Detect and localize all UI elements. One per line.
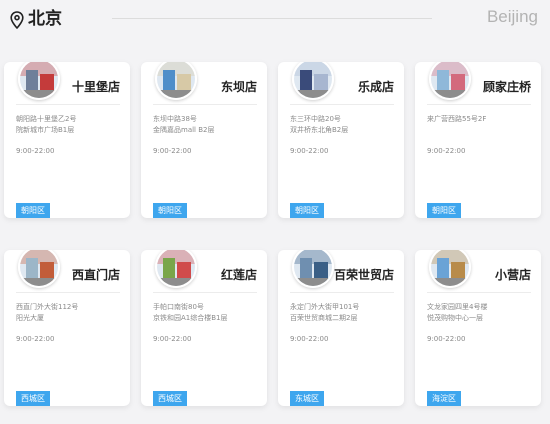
store-card[interactable]: 百荣世贸店 永定门外大街甲101号 百荣世贸商城二期2层 9:00-22:00 …	[278, 250, 404, 406]
address-line: 朝阳路十里堡乙2号	[16, 115, 77, 123]
card-divider	[290, 292, 394, 293]
address-line: 阳光大厦	[16, 314, 44, 322]
store-hours: 9:00-22:00	[153, 147, 192, 155]
store-name[interactable]: 红莲店	[221, 266, 257, 283]
card-divider	[427, 292, 531, 293]
store-address: 手帕口南街80号 京铁和园A1综合楼B1层	[153, 302, 261, 324]
location-pin-icon	[10, 11, 24, 29]
address-line: 手帕口南街80号	[153, 303, 204, 311]
address-line: 双井桥东北角B2层	[290, 126, 349, 134]
city-title-english: Beijing	[486, 7, 538, 26]
store-address: 东三环中路20号 双井桥东北角B2层	[290, 114, 398, 136]
page-header: 北京 Beijing	[0, 0, 550, 40]
store-name[interactable]: 小营店	[495, 266, 531, 283]
card-divider	[16, 104, 120, 105]
store-card[interactable]: 东坝店 东坝中路38号 金隅嘉品mall B2层 9:00-22:00 朝阳区	[141, 62, 267, 218]
city-title[interactable]: 北京	[28, 8, 62, 30]
store-card[interactable]: 顾家庄桥 来广营西路55号2F 9:00-22:00 朝阳区	[415, 62, 541, 218]
card-divider	[153, 292, 257, 293]
address-line: 院新城市广场B1层	[16, 126, 75, 134]
store-name[interactable]: 十里堡店	[72, 78, 120, 95]
store-photo	[292, 62, 334, 100]
store-photo	[18, 250, 60, 288]
district-badge[interactable]: 朝阳区	[16, 203, 50, 218]
store-card[interactable]: 西直门店 西直门外大街112号 阳光大厦 9:00-22:00 西城区	[4, 250, 130, 406]
header-divider	[112, 18, 432, 19]
store-hours: 9:00-22:00	[16, 147, 55, 155]
store-hours: 9:00-22:00	[290, 335, 329, 343]
store-name[interactable]: 百荣世贸店	[334, 266, 394, 283]
card-divider	[16, 292, 120, 293]
district-badge[interactable]: 西城区	[153, 391, 187, 406]
store-photo	[155, 62, 197, 100]
store-name[interactable]: 东坝店	[221, 78, 257, 95]
district-badge[interactable]: 朝阳区	[153, 203, 187, 218]
district-badge[interactable]: 东城区	[290, 391, 324, 406]
store-photo	[18, 62, 60, 100]
store-hours: 9:00-22:00	[16, 335, 55, 343]
store-card[interactable]: 十里堡店 朝阳路十里堡乙2号 院新城市广场B1层 9:00-22:00 朝阳区	[4, 62, 130, 218]
district-badge[interactable]: 朝阳区	[427, 203, 461, 218]
store-name[interactable]: 西直门店	[72, 266, 120, 283]
address-line: 西直门外大街112号	[16, 303, 79, 311]
address-line: 东三环中路20号	[290, 115, 341, 123]
card-divider	[290, 104, 394, 105]
store-address: 西直门外大街112号 阳光大厦	[16, 302, 124, 324]
address-line: 文龙家园四里4号楼	[427, 303, 488, 311]
store-address: 来广营西路55号2F	[427, 114, 535, 125]
district-badge[interactable]: 西城区	[16, 391, 50, 406]
address-line: 悦茂购物中心一层	[427, 314, 483, 322]
store-card[interactable]: 乐成店 东三环中路20号 双井桥东北角B2层 9:00-22:00 朝阳区	[278, 62, 404, 218]
store-photo	[429, 250, 471, 288]
store-hours: 9:00-22:00	[427, 147, 466, 155]
address-line: 金隅嘉品mall B2层	[153, 126, 215, 134]
store-name[interactable]: 顾家庄桥	[483, 78, 531, 95]
store-card[interactable]: 小营店 文龙家园四里4号楼 悦茂购物中心一层 9:00-22:00 海淀区	[415, 250, 541, 406]
store-hours: 9:00-22:00	[427, 335, 466, 343]
store-card[interactable]: 红莲店 手帕口南街80号 京铁和园A1综合楼B1层 9:00-22:00 西城区	[141, 250, 267, 406]
store-photo	[292, 250, 334, 288]
address-line: 东坝中路38号	[153, 115, 197, 123]
store-address: 文龙家园四里4号楼 悦茂购物中心一层	[427, 302, 535, 324]
address-line: 京铁和园A1综合楼B1层	[153, 314, 228, 322]
store-address: 朝阳路十里堡乙2号 院新城市广场B1层	[16, 114, 124, 136]
store-name[interactable]: 乐成店	[358, 78, 394, 95]
address-line: 百荣世贸商城二期2层	[290, 314, 358, 322]
district-badge[interactable]: 朝阳区	[290, 203, 324, 218]
store-photo	[155, 250, 197, 288]
store-address: 东坝中路38号 金隅嘉品mall B2层	[153, 114, 261, 136]
store-photo	[429, 62, 471, 100]
district-badge[interactable]: 海淀区	[427, 391, 461, 406]
address-line: 来广营西路55号2F	[427, 115, 487, 123]
card-divider	[153, 104, 257, 105]
store-hours: 9:00-22:00	[153, 335, 192, 343]
card-divider	[427, 104, 531, 105]
store-hours: 9:00-22:00	[290, 147, 329, 155]
store-address: 永定门外大街甲101号 百荣世贸商城二期2层	[290, 302, 398, 324]
address-line: 永定门外大街甲101号	[290, 303, 360, 311]
